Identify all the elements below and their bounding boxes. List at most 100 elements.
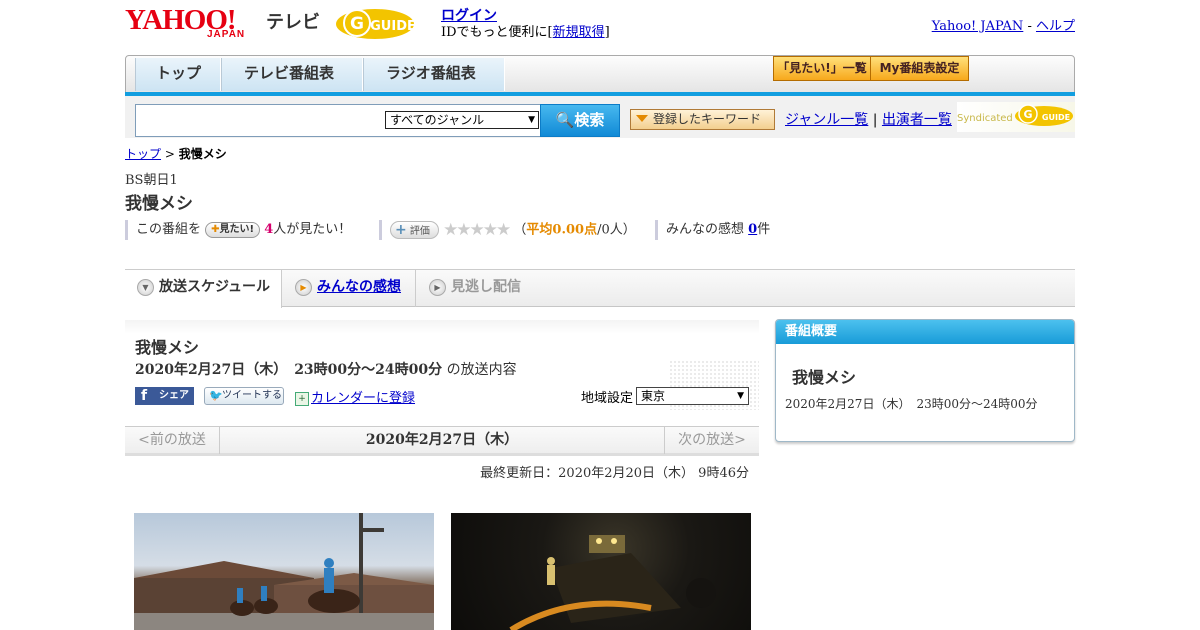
login-prompt-suffix: ] (604, 25, 610, 40)
gguide-mini-logo: G GUIDE (1015, 104, 1073, 126)
broadcast-datetime-value: 2020年2月27日（木） 23時00分～24時00分 (135, 362, 443, 378)
genre-select-value: すべてのジャンル (390, 113, 485, 127)
mitai-prefix: この番組を (136, 222, 202, 237)
broadcast-title: 我慢メシ (135, 338, 200, 357)
triangle-down-icon: ▼ (137, 279, 154, 296)
search-button[interactable]: 🔍検索 (540, 104, 620, 137)
plus-icon: ✚ (211, 223, 220, 235)
keyword-button[interactable]: 登録したキーワード (630, 109, 775, 130)
current-broadcast-date: 2020年2月27日（木） (365, 432, 519, 448)
nav-tab-top[interactable]: トップ (135, 58, 221, 91)
program-image-horses[interactable] (134, 513, 434, 630)
twitter-bird-icon: 🐦 (209, 389, 223, 402)
page-title: 我慢メシ (125, 194, 193, 214)
search-button-label: 検索 (574, 111, 605, 129)
region-select[interactable]: 東京 ▼ (636, 387, 749, 405)
sidebar-datetime: 2020年2月27日（木） 23時00分～24時00分 (785, 397, 1038, 411)
night-work-scene (509, 535, 716, 630)
station-name: BS朝日1 (125, 173, 178, 188)
page: YAHOO! JAPAN テレビ G GUIDE ログイン IDでもっと便利に[… (125, 0, 1075, 630)
chevron-down-icon: ▼ (737, 391, 744, 401)
nav-tab-tv[interactable]: テレビ番組表 (221, 58, 363, 91)
program-stats: この番組を ✚見たい! 4人が見たい！ + 評価 ★★★★★ （平均0.00点/… (125, 220, 825, 240)
region-select-value: 東京 (641, 389, 666, 403)
syndicated-text: Syndicated (957, 113, 1013, 124)
nav-buttons: 「見たい!」一覧 My番組表設定 (773, 56, 969, 81)
broadcast-pager: <前の放送 2020年2月27日（木） 次の放送> (125, 426, 759, 456)
top-links-separator: - (1023, 19, 1036, 34)
prev-broadcast-button[interactable]: <前の放送 (125, 427, 220, 454)
genre-list-link[interactable]: ジャンル一覧 (785, 112, 868, 128)
triangle-down-icon (636, 115, 648, 122)
rating-average: （平均0.00点/0人） (513, 223, 635, 238)
facebook-share-button[interactable]: f シェア (135, 387, 194, 405)
svg-text:G: G (1023, 108, 1032, 121)
review-label: みんなの感想 (666, 222, 745, 237)
header: YAHOO! JAPAN テレビ G GUIDE ログイン IDでもっと便利に[… (125, 5, 1075, 50)
my-schedule-button[interactable]: My番組表設定 (871, 56, 969, 81)
search-area: すべてのジャンル ▼ 🔍検索 登録したキーワード ジャンル一覧 | 出演者一覧 … (125, 96, 1075, 138)
mitai-button-label: 見たい! (219, 223, 255, 235)
genre-select[interactable]: すべてのジャンル ▼ (385, 111, 539, 129)
sidebar-title: 我慢メシ (792, 368, 857, 387)
search-links: ジャンル一覧 | 出演者一覧 (785, 109, 952, 129)
share-label: シェア (159, 390, 189, 401)
triangle-right-icon: ▶ (429, 279, 446, 296)
rate-button-label: 評価 (409, 226, 430, 237)
search-links-divider: | (872, 112, 878, 128)
program-summary-sidebar: 番組概要 我慢メシ 2020年2月27日（木） 23時00分～24時00分 (775, 319, 1075, 442)
nav-tabs: トップ テレビ番組表 ラジオ番組表 (135, 58, 505, 91)
yahoo-japan-text: JAPAN (207, 29, 246, 40)
tab-schedule[interactable]: ▼ 放送スケジュール (125, 270, 282, 308)
gguide-logo[interactable]: G GUIDE (335, 5, 433, 41)
broadcast-datetime: 2020年2月27日（木） 23時00分～24時00分 の放送内容 (135, 359, 517, 379)
mitai-list-button[interactable]: 「見たい!」一覧 (773, 56, 871, 81)
rate-button[interactable]: + 評価 (390, 221, 439, 239)
svg-text:GUIDE: GUIDE (1042, 113, 1070, 122)
calendar-register: + カレンダーに登録 (295, 387, 415, 406)
search-icon: 🔍 (555, 111, 575, 129)
search-input[interactable]: すべてのジャンル ▼ (135, 104, 542, 137)
mitai-stat: この番組を ✚見たい! 4人が見たい！ (125, 220, 351, 240)
keyword-button-label: 登録したキーワード (653, 112, 762, 126)
tv-label: テレビ (266, 12, 320, 33)
login-prompt-text: IDでもっと便利に[ (441, 25, 553, 40)
breadcrumb-current: 我慢メシ (178, 147, 227, 161)
yahoo-japan-link[interactable]: Yahoo! JAPAN (932, 19, 1024, 34)
mitai-count: 4 (264, 222, 274, 237)
chevron-down-icon: ▼ (528, 115, 535, 125)
main-nav: トップ テレビ番組表 ラジオ番組表 「見たい!」一覧 My番組表設定 (125, 55, 1075, 93)
nav-tab-radio[interactable]: ラジオ番組表 (363, 58, 505, 91)
next-broadcast-button[interactable]: 次の放送> (664, 427, 759, 454)
review-count-link[interactable]: 0 (748, 222, 757, 237)
help-link[interactable]: ヘルプ (1036, 19, 1075, 34)
tab-missed-label: 見逃し配信 (451, 279, 521, 295)
last-updated: 最終更新日：2020年2月20日（木） 9時46分 (480, 466, 749, 481)
syndicated-badge: Syndicated G GUIDE (957, 102, 1075, 132)
rating-stars[interactable]: ★★★★★ (443, 220, 511, 240)
signup-link[interactable]: 新規取得 (553, 25, 605, 40)
triangle-right-icon: ▶ (295, 279, 312, 296)
broadcast-datetime-suffix: の放送内容 (442, 362, 517, 378)
calendar-link[interactable]: カレンダーに登録 (311, 391, 415, 406)
svg-text:G: G (350, 14, 364, 34)
review-suffix: 件 (757, 222, 771, 237)
mitai-suffix: 人が見たい！ (273, 222, 352, 237)
horses-scene (134, 513, 434, 630)
program-tabs: ▼ 放送スケジュール ▶ みんなの感想 ▶ 見逃し配信 (125, 269, 1075, 308)
performer-list-link[interactable]: 出演者一覧 (882, 112, 952, 128)
review-stat: みんなの感想 0件 (655, 220, 770, 240)
tweet-button[interactable]: 🐦 ツイートする (204, 387, 284, 405)
mitai-button[interactable]: ✚見たい! (205, 221, 261, 238)
rating-average-value: 平均0.00点 (526, 222, 598, 238)
breadcrumb: トップ > 我慢メシ (125, 145, 227, 162)
sidebar-header: 番組概要 (776, 320, 1074, 344)
breadcrumb-separator: > (161, 147, 179, 161)
tab-reviews-label[interactable]: みんなの感想 (317, 279, 401, 295)
login-prompt: IDでもっと便利に[新規取得] (441, 21, 610, 40)
rating-average-open: （ (513, 222, 527, 238)
breadcrumb-top-link[interactable]: トップ (125, 147, 161, 161)
program-image-night-work[interactable] (451, 513, 751, 630)
tab-reviews[interactable]: ▶ みんなの感想 (283, 270, 416, 307)
top-links: Yahoo! JAPAN - ヘルプ (932, 15, 1075, 34)
